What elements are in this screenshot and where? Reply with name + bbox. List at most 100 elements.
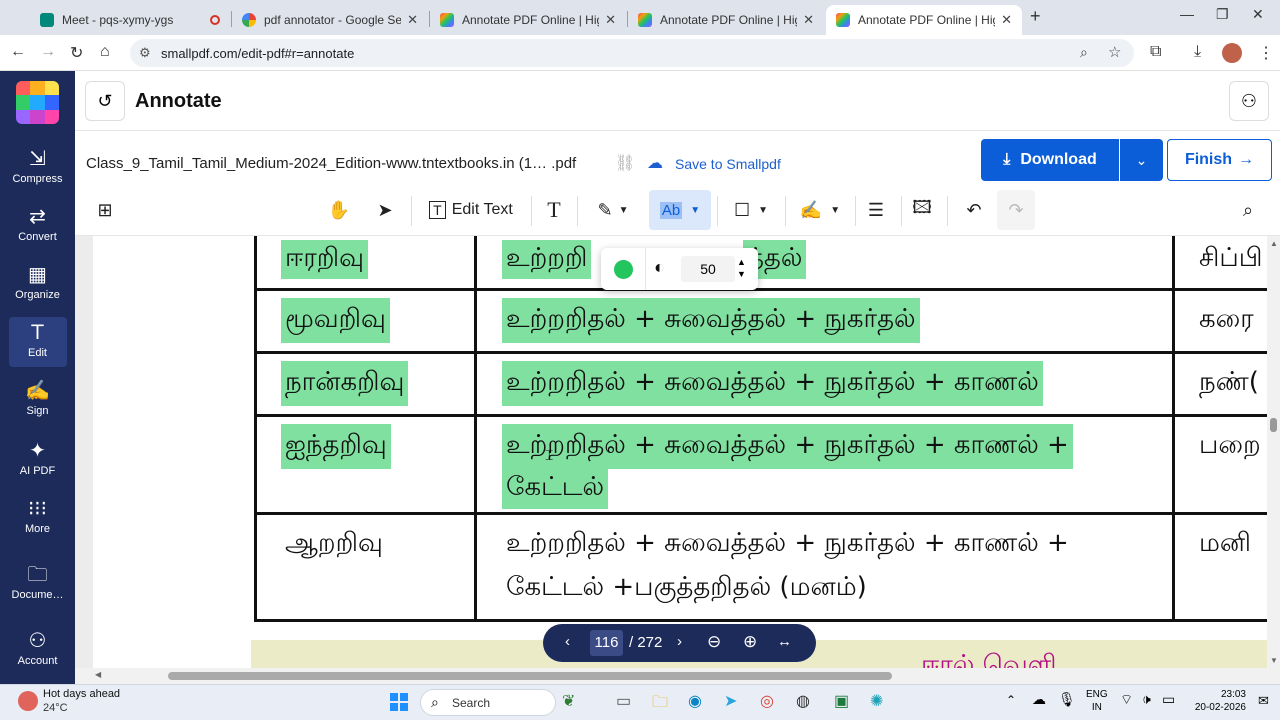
battery-icon[interactable]: ▭ (1162, 691, 1175, 708)
smallpdf-logo[interactable] (16, 81, 59, 124)
edit-text-button[interactable]: T Edit Text (421, 190, 521, 230)
horizontal-scrollbar[interactable]: ◀ (75, 668, 1280, 684)
wifi-icon[interactable]: ⌔ (1120, 691, 1133, 709)
close-window-icon[interactable]: ✕ (1252, 6, 1264, 23)
app-icon[interactable]: ✺ (870, 691, 883, 711)
opacity-stepper[interactable]: ▲ ▼ (737, 256, 746, 280)
redact-tool-icon[interactable]: ☰ (859, 190, 893, 230)
notifications-icon[interactable]: ✉ (1258, 693, 1269, 709)
sidebar-item-compress[interactable]: ⇲ Compress (0, 147, 75, 199)
hand-tool-icon[interactable]: ✋ (321, 190, 357, 230)
table-cell: கேட்டல் (502, 468, 609, 509)
browser-tab-meet[interactable]: Meet - pqs-xymy-ygs (30, 5, 230, 35)
sidebar-item-label: More (24, 523, 51, 535)
sidebar-item-ai-pdf[interactable]: ✦ AI PDF (0, 439, 75, 491)
language-indicator[interactable]: ENG IN (1086, 688, 1108, 714)
opacity-input[interactable]: 50 (681, 256, 735, 282)
extensions-icon[interactable]: ⧉ (1150, 43, 1161, 61)
browser-tab-annotate-1[interactable]: Annotate PDF Online | Highligh ✕ (430, 5, 626, 35)
image-tool-icon[interactable]: 🖾 (905, 190, 939, 230)
microphone-icon[interactable]: 🎙 (1058, 691, 1076, 708)
zoom-in-icon[interactable]: ⊕ (743, 632, 757, 652)
edit-icon: Ｔ (27, 322, 48, 344)
vertical-scrollbar[interactable]: ▲ ▼ (1267, 236, 1280, 668)
save-to-smallpdf-button[interactable]: Save to Smallpdf (675, 156, 781, 172)
volume-icon[interactable]: 🕩 (1142, 691, 1151, 708)
taskbar-search-box[interactable]: ⌕ Search (420, 689, 556, 716)
downloads-icon[interactable]: ⤓ (1194, 43, 1201, 61)
tray-chevron-icon[interactable]: ⌃ (1006, 693, 1016, 707)
browser-menu-icon[interactable]: ⋮ (1258, 43, 1274, 63)
browser-tab-annotate-active[interactable]: Annotate PDF Online | Highligh ✕ (826, 5, 1022, 35)
finish-button[interactable]: Finish → (1167, 139, 1272, 181)
highlight-color-swatch[interactable] (614, 260, 633, 279)
page-number-input[interactable]: 116 (590, 630, 623, 656)
thumbnails-grid-icon[interactable]: ⊞ (87, 190, 123, 230)
download-button[interactable]: ⤓ Download (981, 139, 1119, 181)
download-label: Download (1020, 151, 1097, 168)
close-tab-icon[interactable]: ✕ (605, 12, 616, 28)
add-text-tool-icon[interactable]: T (537, 190, 571, 230)
tray-app-icon[interactable]: ☁ (1032, 691, 1046, 708)
download-options-button[interactable]: ⌄ (1120, 139, 1163, 181)
pen-tool-button[interactable]: ✎ ▼ (587, 190, 639, 230)
scroll-down-icon[interactable]: ▼ (1270, 656, 1278, 665)
highlight-tool-button[interactable]: Ab ▼ (649, 190, 711, 230)
scroll-up-icon[interactable]: ▲ (1270, 239, 1278, 248)
file-explorer-icon[interactable]: 🗀 (652, 691, 668, 718)
search-icon: ⌕ (431, 694, 439, 710)
close-tab-icon[interactable]: ✕ (803, 12, 814, 28)
previous-page-icon[interactable]: ‹ (565, 633, 570, 650)
task-view-icon[interactable]: ▭ (616, 691, 631, 711)
zoom-icon[interactable]: ⌕ (1080, 44, 1088, 61)
chevron-down-icon: ▼ (690, 204, 701, 216)
redo-icon[interactable]: ↷ (997, 190, 1035, 230)
scroll-left-icon[interactable]: ◀ (95, 670, 101, 679)
sidebar-item-convert[interactable]: ⇄ Convert (0, 205, 75, 257)
account-button[interactable]: ⚇ (1229, 81, 1269, 121)
obs-icon[interactable]: ◍ (796, 691, 810, 711)
sidebar-item-sign[interactable]: ✍ Sign (0, 379, 75, 431)
close-tab-icon[interactable]: ✕ (407, 12, 418, 28)
next-page-icon[interactable]: › (677, 633, 682, 650)
search-icon[interactable]: ⌕ (1230, 190, 1266, 230)
browser-tab-bar: Meet - pqs-xymy-ygs pdf annotator - Goog… (0, 0, 1280, 35)
widgets-icon[interactable]: ❦ (562, 691, 575, 711)
excel-icon[interactable]: ▣ (834, 691, 849, 711)
back-icon[interactable]: ← (10, 43, 26, 61)
close-tab-icon[interactable]: ✕ (1001, 12, 1012, 28)
weather-icon[interactable] (18, 691, 38, 711)
scrollbar-thumb[interactable] (168, 672, 892, 680)
sidebar-item-documents[interactable]: 🗀 Docume… (0, 563, 75, 615)
fit-width-icon[interactable]: ↔ (777, 633, 792, 650)
select-pointer-icon[interactable]: ➤ (367, 190, 403, 230)
zoom-out-icon[interactable]: ⊖ (707, 632, 721, 652)
scrollbar-thumb[interactable] (1270, 418, 1277, 432)
sidebar-item-account[interactable]: ⚇ Account (0, 629, 75, 681)
home-icon[interactable]: ⌂ (100, 43, 110, 61)
site-info-icon[interactable]: ⚙ (139, 45, 151, 61)
signature-tool-button[interactable]: ✍ ▼ (793, 190, 847, 230)
clock[interactable]: 23:03 20-02-2026 (1190, 688, 1246, 714)
url-omnibox[interactable]: ⚙ smallpdf.com/edit-pdf#r=annotate ⌕ ☆ (130, 39, 1134, 67)
maximize-icon[interactable]: ❐ (1216, 6, 1229, 23)
edge-icon[interactable]: ◉ (688, 691, 702, 711)
telegram-icon[interactable]: ➤ (724, 691, 737, 711)
profile-avatar[interactable] (1222, 43, 1242, 63)
undo-icon[interactable]: ↶ (955, 190, 993, 230)
sidebar-item-organize[interactable]: ▦ Organize (0, 263, 75, 315)
sidebar-item-more[interactable]: ⁝⁝⁝ More (0, 497, 75, 549)
forward-icon[interactable]: → (40, 43, 56, 61)
browser-tab-annotate-2[interactable]: Annotate PDF Online | Highligh ✕ (628, 5, 824, 35)
shape-tool-button[interactable]: ☐ ▼ (725, 190, 777, 230)
reload-icon[interactable]: ↻ (70, 43, 83, 63)
start-button[interactable] (390, 693, 408, 711)
sidebar-item-edit[interactable]: Ｔ Edit (0, 317, 75, 373)
new-tab-button[interactable]: + (1030, 6, 1041, 27)
bookmark-star-icon[interactable]: ☆ (1108, 43, 1121, 61)
back-history-icon[interactable]: ↺ (85, 81, 125, 121)
minimize-icon[interactable]: — (1180, 6, 1194, 22)
chrome-icon[interactable]: ◎ (760, 691, 774, 711)
browser-tab-google-search[interactable]: pdf annotator - Google Search ✕ (232, 5, 428, 35)
user-icon: ⚇ (28, 630, 47, 652)
